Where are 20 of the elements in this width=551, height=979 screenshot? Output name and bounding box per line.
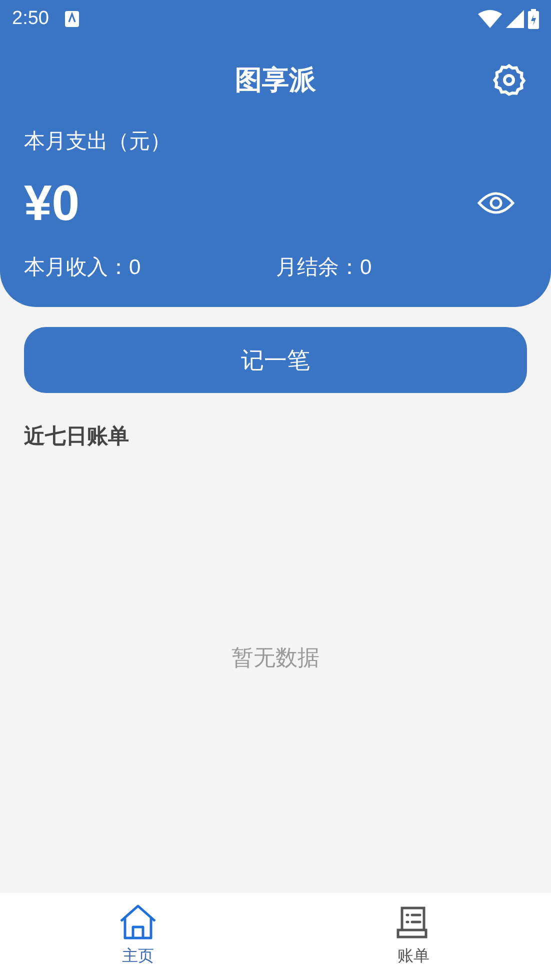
nav-tab[interactable]: 主页: [0, 893, 276, 979]
status-time: 2:50: [12, 6, 49, 31]
expense-label: 本月支出（元）: [24, 129, 172, 155]
keyboard-icon: [64, 11, 79, 27]
record-button[interactable]: 记一笔: [24, 327, 527, 393]
wifi-icon: [478, 10, 502, 28]
income-text: 本月收入：0: [24, 254, 142, 280]
home-icon: [118, 903, 158, 941]
visibility-button[interactable]: [477, 190, 515, 216]
settings-button[interactable]: [491, 62, 527, 98]
app-title: 图享派: [235, 64, 316, 97]
balance-text: 月结余：0: [276, 254, 372, 280]
empty-text: 暂无数据: [232, 644, 320, 672]
settings-icon: [491, 62, 527, 98]
nav-tab[interactable]: 账单: [276, 893, 551, 979]
expense-amount: ¥0: [24, 178, 80, 228]
section-title: 近七日账单: [24, 424, 130, 450]
battery-icon: [528, 9, 539, 29]
eye-icon: [477, 190, 515, 216]
signal-icon: [506, 10, 524, 28]
